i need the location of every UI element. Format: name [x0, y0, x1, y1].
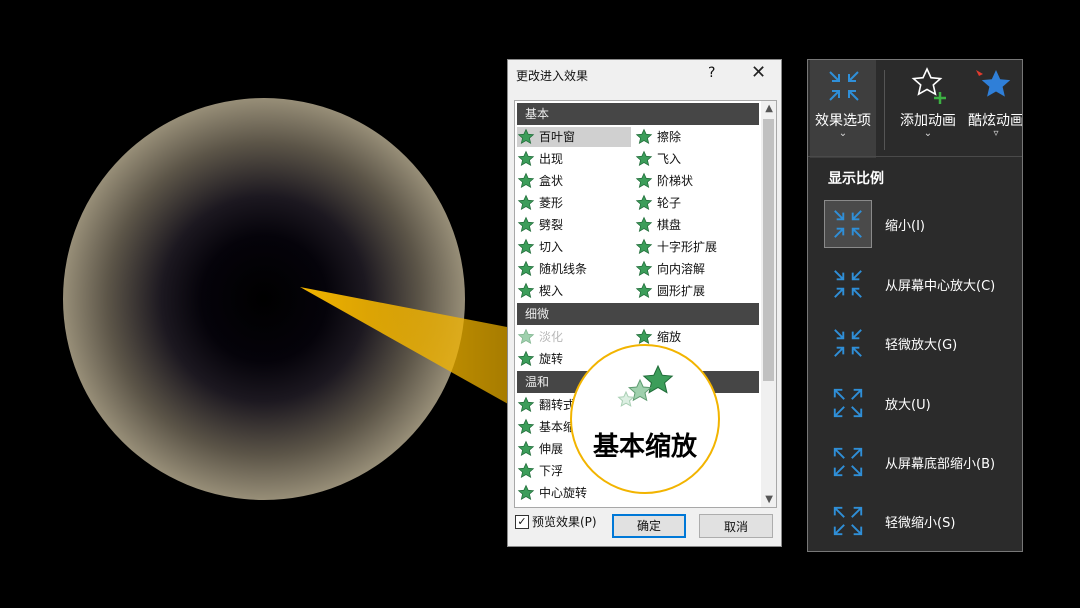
- effect-item[interactable]: 出现: [517, 149, 631, 169]
- close-button[interactable]: ✕: [751, 62, 766, 83]
- effect-item[interactable]: 飞入: [635, 149, 755, 169]
- menu-item-slight-zoom-in[interactable]: 轻微放大(G): [824, 319, 1020, 367]
- gradient-circle: [63, 98, 465, 500]
- effect-item[interactable]: 淡化: [517, 327, 631, 347]
- star-effect-icon: [517, 260, 535, 278]
- menu-item-center-zoom[interactable]: 从屏幕中心放大(C): [824, 260, 1020, 308]
- add-star-icon: [911, 67, 946, 104]
- star-effect-icon: [517, 238, 535, 256]
- cool-animation-button[interactable]: 酷炫动画 ▿: [964, 60, 1023, 158]
- chevron-down-icon: ▿: [993, 128, 999, 139]
- menu-item-label: 轻微缩小(S): [885, 515, 956, 531]
- expand-arrows-icon: [824, 438, 872, 486]
- effect-item[interactable]: 阶梯状: [635, 171, 755, 191]
- preview-label: 预览效果(P): [532, 515, 597, 529]
- shrink-arrows-icon: [824, 260, 872, 308]
- chevron-down-icon: ⌄: [838, 128, 848, 139]
- star-effect-icon: [517, 282, 535, 300]
- effect-item[interactable]: 盒状: [517, 171, 631, 191]
- effect-options-label: 效果选项: [815, 113, 871, 129]
- star-effect-icon: [517, 172, 535, 190]
- star-effect-icon: [635, 238, 653, 256]
- ribbon-bottom-border: [808, 156, 1022, 157]
- help-button[interactable]: ?: [708, 65, 715, 81]
- shrink-arrows-icon: [824, 200, 872, 248]
- effect-item[interactable]: 百叶窗: [517, 127, 631, 147]
- cancel-button[interactable]: 取消: [699, 514, 773, 538]
- menu-item-label: 缩小(I): [885, 218, 925, 234]
- group-header-basic: 基本: [517, 103, 759, 125]
- effect-item[interactable]: 十字形扩展: [635, 237, 755, 257]
- basic-zoom-stars-icon: [617, 364, 674, 407]
- star-effect-icon: [517, 216, 535, 234]
- star-effect-icon: [517, 484, 535, 502]
- shrink-arrows-icon: [829, 71, 859, 101]
- effect-item[interactable]: 棋盘: [635, 215, 755, 235]
- preview-checkbox[interactable]: ✓: [515, 515, 529, 529]
- menu-item-bottom-shrink[interactable]: 从屏幕底部缩小(B): [824, 438, 1020, 486]
- callout-label: 基本缩放: [592, 432, 697, 462]
- star-effect-icon: [517, 418, 535, 436]
- vertical-scrollbar[interactable]: ▲ ▼: [761, 101, 776, 507]
- effect-item[interactable]: 随机线条: [517, 259, 631, 279]
- star-effect-icon: [635, 194, 653, 212]
- dialog-title: 更改进入效果: [516, 69, 589, 83]
- menu-item-zoom-in-shrink[interactable]: 缩小(I): [824, 200, 1020, 248]
- star-effect-icon: [517, 462, 535, 480]
- star-effect-icon: [635, 282, 653, 300]
- effect-item[interactable]: 菱形: [517, 193, 631, 213]
- animation-ribbon-panel: 效果选项 ⌄ 添加动画 ⌄ 酷炫动画 ▿ 显示比例 缩小(I) 从屏幕中心放大(…: [807, 59, 1023, 552]
- star-effect-icon: [517, 440, 535, 458]
- ok-button[interactable]: 确定: [612, 514, 686, 538]
- star-effect-icon: [517, 328, 535, 346]
- effect-item[interactable]: 楔入: [517, 281, 631, 301]
- zoom-callout: 基本缩放: [570, 344, 720, 494]
- chevron-down-icon: ⌄: [923, 128, 933, 139]
- add-animation-button[interactable]: 添加动画 ⌄: [892, 60, 964, 158]
- effect-item[interactable]: 圆形扩展: [635, 281, 755, 301]
- menu-heading: 显示比例: [828, 171, 884, 187]
- group-header-subtle: 细微: [517, 303, 759, 325]
- star-effect-icon: [635, 260, 653, 278]
- star-effect-icon: [517, 128, 535, 146]
- cool-animation-label: 酷炫动画: [968, 113, 1023, 129]
- effect-item[interactable]: 轮子: [635, 193, 755, 213]
- menu-item-label: 轻微放大(G): [885, 337, 958, 353]
- menu-item-label: 从屏幕底部缩小(B): [885, 456, 996, 472]
- expand-arrows-icon: [824, 497, 872, 545]
- effect-item[interactable]: 擦除: [635, 127, 755, 147]
- star-effect-icon: [517, 194, 535, 212]
- star-effect-icon: [517, 350, 535, 368]
- effect-options-button[interactable]: 效果选项 ⌄: [810, 60, 876, 158]
- shrink-arrows-icon: [824, 319, 872, 367]
- blue-star-icon: [976, 70, 1011, 97]
- star-effect-icon: [635, 128, 653, 146]
- menu-item-label: 放大(U): [885, 397, 931, 413]
- expand-arrows-icon: [824, 379, 872, 427]
- scroll-up-icon[interactable]: ▲: [765, 103, 773, 114]
- effect-item[interactable]: 切入: [517, 237, 631, 257]
- effect-item[interactable]: 向内溶解: [635, 259, 755, 279]
- scroll-down-icon[interactable]: ▼: [765, 494, 773, 505]
- scrollbar-thumb[interactable]: [763, 119, 774, 381]
- menu-item-label: 从屏幕中心放大(C): [885, 278, 996, 294]
- star-effect-icon: [517, 396, 535, 414]
- menu-item-zoom-out[interactable]: 放大(U): [824, 379, 1020, 427]
- add-animation-label: 添加动画: [900, 113, 956, 129]
- star-effect-icon: [635, 216, 653, 234]
- star-effect-icon: [635, 150, 653, 168]
- star-effect-icon: [635, 172, 653, 190]
- menu-item-slight-shrink[interactable]: 轻微缩小(S): [824, 497, 1020, 545]
- ribbon-separator: [884, 70, 885, 150]
- star-effect-icon: [517, 150, 535, 168]
- effect-item[interactable]: 劈裂: [517, 215, 631, 235]
